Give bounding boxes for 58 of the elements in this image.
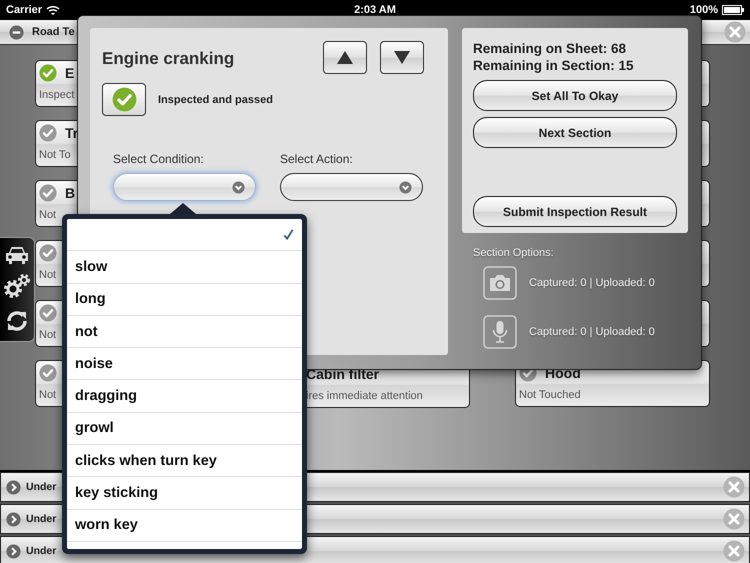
chevron-down-icon [232,180,245,194]
list-option[interactable]: dragging [67,380,302,413]
item-title: Tr [65,125,78,141]
gears-icon[interactable] [3,273,31,300]
camera-icon[interactable] [483,266,517,300]
section-title: Road Te [32,26,76,38]
pass-label: Inspected and passed [158,94,273,106]
submit-button[interactable]: Submit Inspection Result [473,196,677,227]
item-status: Not [39,209,56,221]
media-count: Captured: 0 | Uploaded: 0 [529,326,655,338]
item-status: Not Touched [519,389,581,401]
car-icon[interactable] [4,245,30,266]
list-option[interactable]: key sticking [67,477,302,510]
collapse-icon[interactable] [9,24,24,40]
section-title: Under [26,513,58,525]
item-status: Inspect [39,89,74,101]
section-title: Under [26,481,58,493]
expand-icon[interactable] [6,512,21,526]
microphone-icon[interactable] [483,315,517,349]
dropdown-field[interactable] [113,173,256,201]
list-option[interactable]: not [67,316,302,348]
clock: 2:03 AM [354,4,396,16]
battery-icon [722,5,744,15]
list-option[interactable]: long [67,284,302,316]
action-button[interactable]: Set All To Okay [473,80,677,111]
remaining-count: Remaining on Sheet: 68 [473,40,628,57]
item-title: E [65,65,74,81]
dropdown-label: Select Condition: [113,152,205,166]
wifi-icon [46,5,60,15]
item-status: Not [39,269,56,281]
remaining-count: Remaining in Section: 15 [473,57,635,74]
battery-percentage: 100% [690,4,718,16]
list-option[interactable]: noise [67,348,302,380]
pass-toggle[interactable] [102,83,146,116]
list-option[interactable]: slow [67,251,302,284]
expand-icon[interactable] [6,480,21,494]
item-status: Not [39,329,56,341]
item-title: Engine cranking [102,49,236,69]
dropdown-label: Select Action: [280,152,354,166]
checkmark-icon [283,229,294,240]
expand-icon[interactable] [6,544,21,558]
list-option[interactable]: clicks when turn key [67,445,302,478]
next-button[interactable] [380,40,424,74]
media-count: Captured: 0 | Uploaded: 0 [529,277,655,289]
item-status: Not To [39,149,71,161]
section-title: Under [26,545,58,557]
dropdown-field[interactable] [280,173,423,201]
section-options-label: Section Options: [473,247,555,259]
action-button[interactable]: Next Section [473,117,677,148]
item-title: B [65,185,76,201]
down-triangle-icon [394,50,410,64]
list-option[interactable]: growl [67,412,302,446]
previous-button[interactable] [323,40,367,74]
list-option[interactable]: worn key [67,510,302,542]
carrier-label: Carrier [6,4,42,16]
up-triangle-icon [337,50,353,64]
item-status: Not [39,389,56,401]
chevron-down-icon [399,180,412,194]
